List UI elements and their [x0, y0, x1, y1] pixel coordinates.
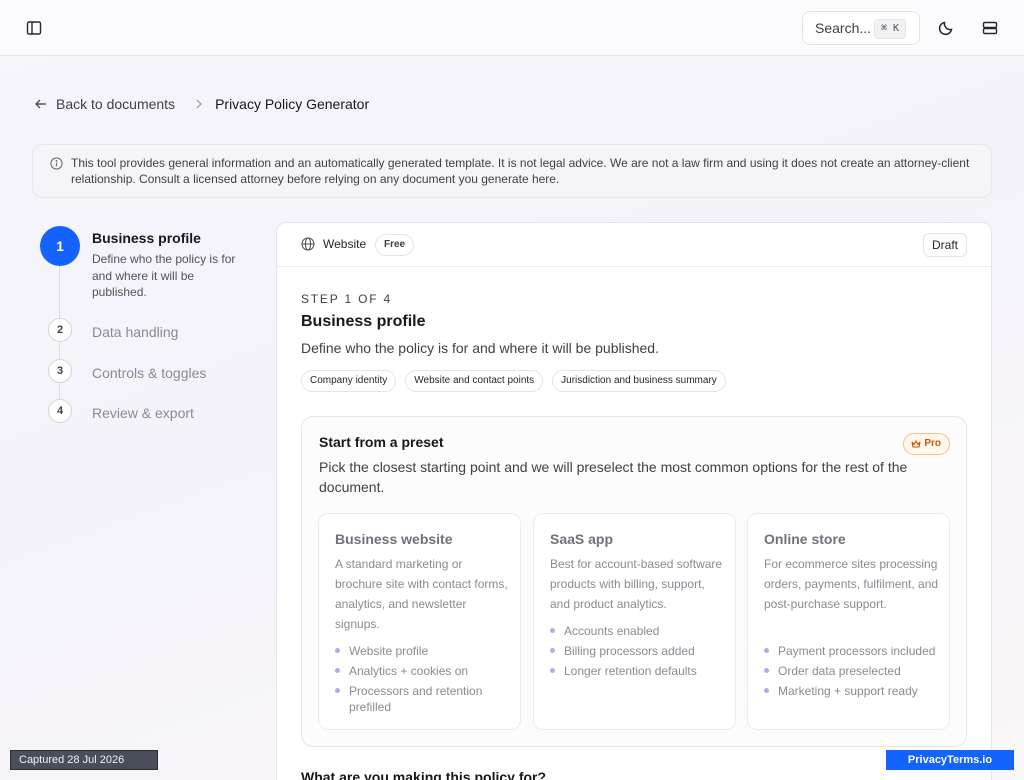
- preset-panel: Start from a preset Pro Pick the closest…: [301, 416, 967, 747]
- info-icon: [50, 157, 63, 170]
- preset-feature: Billing processors added: [550, 643, 726, 659]
- legal-notice: This tool provides general information a…: [32, 144, 992, 198]
- chip-jurisdiction[interactable]: Jurisdiction and business summary: [552, 370, 726, 392]
- chevron-right-icon: [195, 99, 203, 109]
- chip-company-identity[interactable]: Company identity: [301, 370, 397, 392]
- capture-date-label: Captured 28 Jul 2026: [10, 750, 158, 770]
- plan-badge: Free: [375, 234, 415, 256]
- chip-website-contact[interactable]: Website and contact points: [405, 370, 544, 392]
- policy-form-card: Website Free Draft STEP 1 OF 4 Business …: [276, 222, 992, 780]
- card-header: Website Free Draft: [277, 223, 991, 267]
- preset-option-title: Online store: [764, 531, 846, 547]
- preset-subtitle: Pick the closest starting point and we w…: [319, 459, 908, 495]
- preset-feature: Accounts enabled: [550, 623, 726, 639]
- preset-feature-list: Website profile Analytics + cookies on P…: [335, 643, 511, 719]
- step-3-indicator[interactable]: 3: [48, 359, 72, 383]
- preset-feature: Payment processors included: [764, 643, 940, 659]
- pro-badge: Pro: [903, 433, 950, 455]
- preset-feature-list: Accounts enabled Billing processors adde…: [550, 623, 726, 683]
- preset-feature-list: Payment processors included Order data p…: [764, 643, 940, 703]
- preset-feature: Analytics + cookies on: [335, 663, 511, 679]
- pro-badge-label: Pro: [924, 438, 941, 449]
- step-3-title[interactable]: Controls & toggles: [92, 365, 206, 381]
- crown-icon: [911, 439, 921, 448]
- breadcrumb: Back to documents Privacy Policy Generat…: [34, 94, 369, 114]
- sidebar-toggle-button[interactable]: [18, 12, 50, 44]
- step-2-indicator[interactable]: 2: [48, 318, 72, 342]
- site-type-label: Website: [323, 237, 367, 251]
- step-4-title[interactable]: Review & export: [92, 405, 194, 421]
- step-counter: STEP 1 OF 4: [301, 292, 392, 306]
- step-1-description: Define who the policy is for and where i…: [92, 252, 236, 299]
- preset-feature: Processors and retention prefilled: [335, 683, 511, 715]
- preset-option-title: Business website: [335, 531, 453, 547]
- preset-option-description: A standard marketing or brochure site wi…: [335, 557, 508, 631]
- preset-business-website[interactable]: Business website A standard marketing or…: [318, 513, 521, 730]
- theme-toggle-button[interactable]: [930, 12, 962, 44]
- preset-feature: Website profile: [335, 643, 511, 659]
- search-placeholder: Search...: [815, 20, 872, 36]
- step-1-title[interactable]: Business profile: [92, 230, 201, 246]
- preset-saas-app[interactable]: SaaS app Best for account-based software…: [533, 513, 736, 730]
- step-4-indicator[interactable]: 4: [48, 399, 72, 423]
- preset-option-description: Best for account-based software products…: [550, 557, 723, 611]
- menu-button[interactable]: [974, 12, 1006, 44]
- preset-feature: Marketing + support ready: [764, 683, 940, 699]
- search-input[interactable]: Search... ⌘ K: [802, 11, 920, 45]
- sidebar-panel-icon: [26, 21, 42, 35]
- top-bar: Search... ⌘ K: [0, 0, 1024, 56]
- preset-feature: Longer retention defaults: [550, 663, 726, 679]
- policy-purpose-question: What are you making this policy for?: [301, 769, 547, 780]
- back-to-documents-link[interactable]: Back to documents: [34, 96, 175, 112]
- section-chips: Company identity Website and contact poi…: [301, 370, 726, 392]
- globe-icon: [301, 237, 315, 251]
- moon-icon: [938, 21, 953, 36]
- search-shortcut-badge: ⌘ K: [873, 19, 906, 39]
- status-badge: Draft: [922, 233, 967, 257]
- brand-badge: PrivacyTerms.io: [886, 750, 1014, 770]
- step-2-title[interactable]: Data handling: [92, 324, 178, 340]
- back-link-label: Back to documents: [56, 96, 176, 112]
- breadcrumb-current: Privacy Policy Generator: [215, 96, 370, 112]
- arrow-left-icon: [35, 99, 46, 109]
- section-subtitle: Define who the policy is for and where i…: [301, 340, 659, 356]
- preset-title: Start from a preset: [319, 434, 444, 450]
- preset-feature: Order data preselected: [764, 663, 940, 679]
- stacked-panels-icon: [982, 21, 998, 35]
- section-title: Business profile: [301, 313, 426, 330]
- step-1-indicator[interactable]: 1: [40, 226, 80, 266]
- preset-option-description: For ecommerce sites processing orders, p…: [764, 557, 939, 611]
- notice-text: This tool provides general information a…: [71, 156, 970, 186]
- preset-option-title: SaaS app: [550, 531, 614, 547]
- preset-online-store[interactable]: Online store For ecommerce sites process…: [747, 513, 950, 730]
